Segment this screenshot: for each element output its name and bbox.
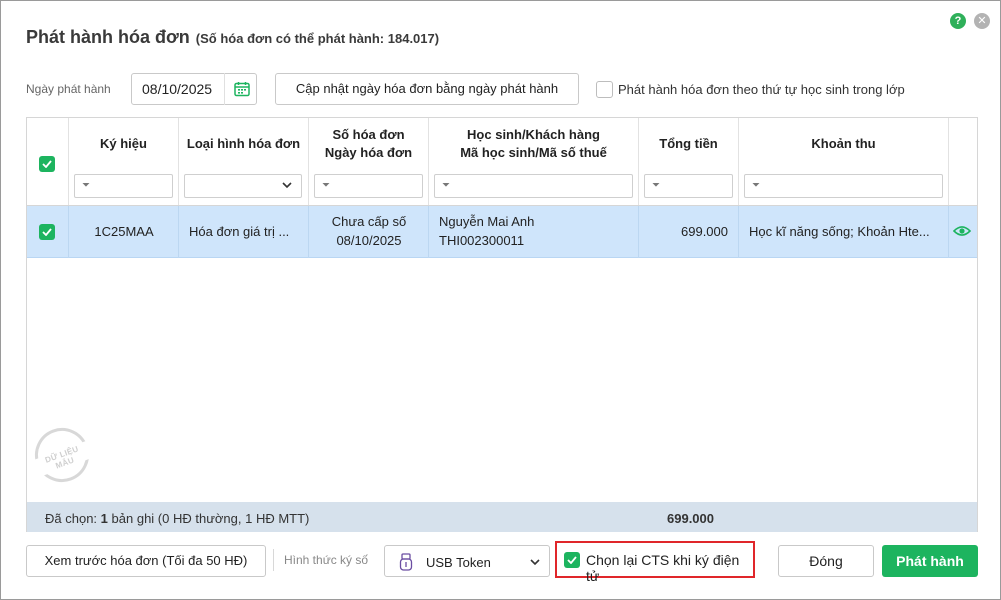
close-icon[interactable]: ✕	[974, 13, 990, 29]
close-button[interactable]: Đóng	[778, 545, 874, 577]
column-invoice-number: Số hóa đơn Ngày hóa đơn ⏷	[309, 118, 429, 205]
summary-detail: bản ghi (0 HĐ thường, 1 HĐ MTT)	[111, 511, 310, 526]
column-student-title: Học sinh/Khách hàng	[467, 127, 600, 142]
filter-icon: ⏷	[322, 180, 330, 191]
eye-icon[interactable]	[952, 225, 972, 240]
column-fees-title: Khoản thu	[811, 136, 876, 151]
help-icon[interactable]: ?	[950, 13, 966, 29]
reselect-cts-label: Chọn lại CTS khi ký điện tử	[586, 552, 740, 584]
column-invoice-type: Loại hình hóa đơn	[179, 118, 309, 205]
row-total: 699.000	[681, 224, 728, 239]
column-total-title: Tổng tiền	[659, 136, 718, 151]
number-filter-input[interactable]: ⏷	[314, 174, 423, 198]
dialog-footer: Xem trước hóa đơn (Tối đa 50 HĐ) Hình th…	[1, 541, 1001, 584]
selection-summary: Đã chọn: 1 bản ghi (0 HĐ thường, 1 HĐ MT…	[27, 502, 977, 532]
calendar-icon[interactable]	[224, 73, 257, 105]
row-student-code: THI002300011	[439, 233, 525, 248]
summary-label: Đã chọn:	[45, 511, 98, 526]
total-filter-input[interactable]: ⏷	[644, 174, 733, 198]
select-all-checkbox[interactable]	[39, 156, 55, 172]
row-checkbox[interactable]	[39, 224, 55, 240]
sign-method-label: Hình thức ký số	[284, 553, 369, 567]
footer-divider	[273, 549, 274, 571]
row-student-name: Nguyễn Mai Anh	[439, 214, 535, 229]
summary-text: Đã chọn: 1 bản ghi (0 HĐ thường, 1 HĐ MT…	[45, 511, 309, 526]
chevron-down-icon	[281, 179, 293, 194]
row-fees-cell: Học kĩ năng sống; Khoản Hte...	[739, 206, 949, 258]
row-date: 08/10/2025	[336, 233, 402, 248]
order-by-class-checkbox[interactable]	[596, 81, 613, 98]
grid-header: Ký hiệu ⏷ Loại hình hóa đơn Số hóa đơn N…	[27, 118, 977, 206]
issue-date-label: Ngày phát hành	[26, 82, 111, 96]
column-date-title: Ngày hóa đơn	[324, 145, 413, 160]
row-type: Hóa đơn giá trị ...	[189, 224, 290, 239]
dialog-title: Phát hành hóa đơn	[26, 27, 190, 47]
filter-row: Ngày phát hành 08/10/2025 Cập nhật ngày …	[26, 73, 976, 105]
column-student: Học sinh/Khách hàng Mã học sinh/Mã số th…	[429, 118, 639, 205]
reselect-cts-option[interactable]: Chọn lại CTS khi ký điện tử	[555, 541, 755, 584]
type-filter-select[interactable]	[184, 174, 302, 198]
column-type-title: Loại hình hóa đơn	[186, 136, 301, 151]
issue-invoice-dialog: Phát hành hóa đơn (Số hóa đơn có thể phá…	[0, 0, 1001, 600]
summary-total: 699.000	[667, 511, 714, 526]
column-fees: Khoản thu ⏷	[739, 118, 949, 205]
row-number: Chưa cấp số	[331, 214, 407, 229]
row-total-cell: 699.000	[639, 206, 739, 258]
preview-invoice-button[interactable]: Xem trước hóa đơn (Tối đa 50 HĐ)	[26, 545, 266, 577]
fees-filter-input[interactable]: ⏷	[744, 174, 943, 198]
column-student-code-title: Mã học sinh/Mã số thuế	[460, 145, 607, 160]
row-check-cell	[27, 206, 69, 258]
column-symbol: Ký hiệu ⏷	[69, 118, 179, 205]
filter-icon: ⏷	[442, 180, 450, 191]
table-row[interactable]: 1C25MAA Hóa đơn giá trị ... Chưa cấp số …	[27, 206, 977, 258]
sign-method-value: USB Token	[426, 555, 491, 570]
dialog-subtitle: (Số hóa đơn có thể phát hành: 184.017)	[195, 31, 440, 46]
row-symbol: 1C25MAA	[94, 224, 154, 239]
order-by-class-label: Phát hành hóa đơn theo thứ tự học sinh t…	[618, 82, 905, 97]
issue-button[interactable]: Phát hành	[882, 545, 978, 577]
chevron-down-icon	[529, 556, 541, 571]
sample-data-watermark-text: DỮ LIỆU MẪU	[33, 440, 93, 477]
dialog-title-row: Phát hành hóa đơn (Số hóa đơn có thể phá…	[26, 27, 439, 48]
row-symbol-cell: 1C25MAA	[69, 206, 179, 258]
row-student-cell: Nguyễn Mai Anh THI002300011	[429, 206, 639, 258]
invoice-grid: Ký hiệu ⏷ Loại hình hóa đơn Số hóa đơn N…	[26, 117, 978, 532]
row-number-cell: Chưa cấp số 08/10/2025	[309, 206, 429, 258]
column-symbol-title: Ký hiệu	[100, 136, 147, 151]
filter-icon: ⏷	[752, 180, 760, 191]
reselect-cts-checkbox[interactable]	[564, 552, 580, 568]
issue-date-value: 08/10/2025	[142, 81, 213, 97]
filter-icon: ⏷	[82, 180, 90, 191]
select-all-column	[27, 118, 69, 205]
sign-method-select[interactable]: USB Token	[384, 545, 550, 577]
summary-count: 1	[100, 511, 108, 526]
sample-data-watermark: DỮ LIỆU MẪU	[27, 420, 97, 490]
student-filter-input[interactable]: ⏷	[434, 174, 633, 198]
row-fees: Học kĩ năng sống; Khoản Hte...	[749, 224, 930, 239]
column-total: Tổng tiền ⏷	[639, 118, 739, 205]
update-invoice-date-button[interactable]: Cập nhật ngày hóa đơn bằng ngày phát hàn…	[275, 73, 579, 105]
symbol-filter-input[interactable]: ⏷	[74, 174, 173, 198]
column-number-title: Số hóa đơn	[332, 127, 405, 142]
row-type-cell: Hóa đơn giá trị ...	[179, 206, 309, 258]
usb-token-icon	[399, 553, 413, 574]
filter-icon: ⏷	[652, 180, 660, 191]
